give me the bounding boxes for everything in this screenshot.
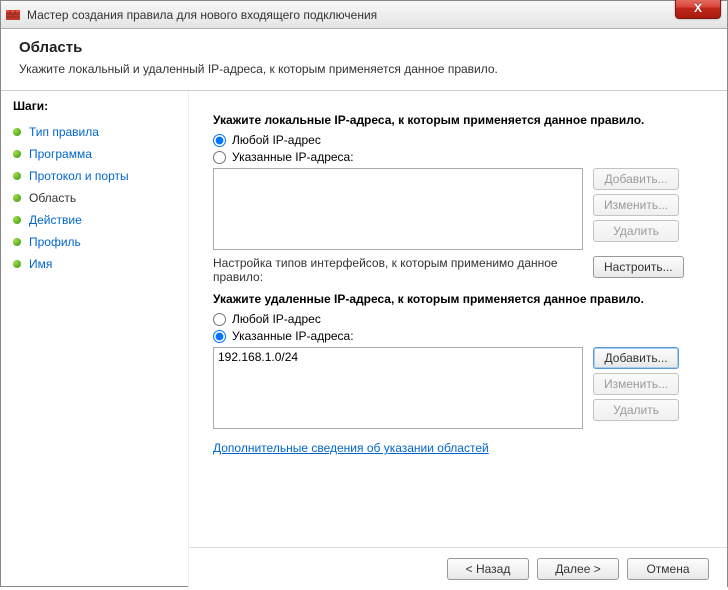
step-label: Программа [29, 147, 92, 161]
step-bullet-icon [13, 260, 21, 268]
local-radio-specified[interactable]: Указанные IP-адреса: [213, 150, 709, 164]
interface-types-text: Настройка типов интерфейсов, к которым п… [213, 256, 583, 284]
cancel-button[interactable]: Отмена [627, 558, 709, 580]
local-ip-listbox[interactable] [213, 168, 583, 250]
remote-radio-specified-label: Указанные IP-адреса: [232, 329, 354, 343]
step-bullet-icon [13, 172, 21, 180]
step-bullet-icon [13, 216, 21, 224]
step-label: Область [29, 191, 76, 205]
local-radio-any-input[interactable] [213, 134, 226, 147]
page-subtitle: Укажите локальный и удаленный IP-адреса,… [19, 62, 709, 76]
wizard-header: Область Укажите локальный и удаленный IP… [1, 29, 727, 84]
step-label: Профиль [29, 235, 81, 249]
step-bullet-icon [13, 150, 21, 158]
wizard-footer: < Назад Далее > Отмена [189, 547, 727, 590]
back-button[interactable]: < Назад [447, 558, 529, 580]
step-label: Протокол и порты [29, 169, 129, 183]
local-radio-specified-label: Указанные IP-адреса: [232, 150, 354, 164]
local-radio-any[interactable]: Любой IP-адрес [213, 133, 709, 147]
remote-edit-button[interactable]: Изменить... [593, 373, 679, 395]
help-link[interactable]: Дополнительные сведения об указании обла… [213, 441, 489, 455]
page-title: Область [19, 39, 709, 56]
close-icon: X [694, 1, 702, 15]
titlebar: Мастер создания правила для нового входя… [1, 1, 727, 29]
step-item[interactable]: Область [13, 187, 176, 209]
step-label: Действие [29, 213, 82, 227]
step-item[interactable]: Тип правила [13, 121, 176, 143]
step-item[interactable]: Протокол и порты [13, 165, 176, 187]
step-bullet-icon [13, 238, 21, 246]
step-bullet-icon [13, 128, 21, 136]
step-item[interactable]: Имя [13, 253, 176, 275]
steps-sidebar: Шаги: Тип правила Программа Протокол и пор… [1, 91, 189, 590]
remote-radio-any[interactable]: Любой IP-адрес [213, 312, 709, 326]
step-label: Имя [29, 257, 52, 271]
remote-radio-any-input[interactable] [213, 313, 226, 326]
remote-add-button[interactable]: Добавить... [593, 347, 679, 369]
local-radio-specified-input[interactable] [213, 151, 226, 164]
remote-ip-listbox[interactable]: 192.168.1.0/24 [213, 347, 583, 429]
local-add-button[interactable]: Добавить... [593, 168, 679, 190]
window-title: Мастер создания правила для нового входя… [27, 8, 377, 22]
remote-remove-button[interactable]: Удалить [593, 399, 679, 421]
next-button[interactable]: Далее > [537, 558, 619, 580]
configure-interfaces-button[interactable]: Настроить... [593, 256, 684, 278]
firewall-icon [5, 7, 21, 23]
local-section-title: Укажите локальные IP-адреса, к которым п… [213, 113, 709, 127]
local-remove-button[interactable]: Удалить [593, 220, 679, 242]
step-item[interactable]: Профиль [13, 231, 176, 253]
step-item[interactable]: Программа [13, 143, 176, 165]
remote-radio-specified[interactable]: Указанные IP-адреса: [213, 329, 709, 343]
remote-section-title: Укажите удаленные IP-адреса, к которым п… [213, 292, 709, 306]
local-edit-button[interactable]: Изменить... [593, 194, 679, 216]
step-item[interactable]: Действие [13, 209, 176, 231]
remote-radio-any-label: Любой IP-адрес [232, 312, 321, 326]
local-radio-any-label: Любой IP-адрес [232, 133, 321, 147]
list-item[interactable]: 192.168.1.0/24 [218, 350, 578, 364]
step-bullet-icon [13, 194, 21, 202]
close-button[interactable]: X [675, 0, 721, 19]
steps-title: Шаги: [13, 99, 176, 113]
remote-radio-specified-input[interactable] [213, 330, 226, 343]
step-label: Тип правила [29, 125, 99, 139]
main-pane: Укажите локальные IP-адреса, к которым п… [189, 91, 727, 590]
